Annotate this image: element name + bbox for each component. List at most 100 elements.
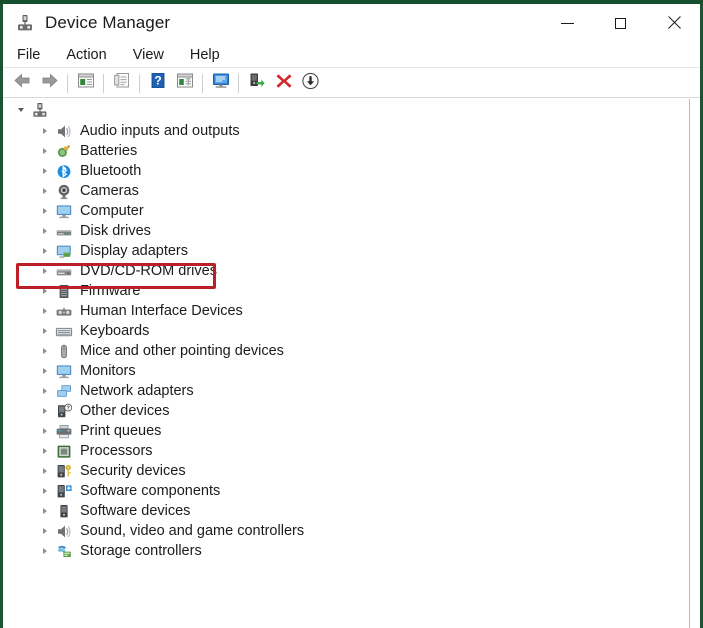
chevron-right-icon[interactable] <box>37 323 53 339</box>
chevron-down-icon[interactable] <box>13 102 29 118</box>
chevron-right-icon[interactable] <box>37 183 53 199</box>
tree-item-label: Software devices <box>80 503 190 519</box>
chevron-right-icon[interactable] <box>37 143 53 159</box>
show-hide-console-tree-button[interactable] <box>72 71 99 96</box>
arrow-left-icon <box>13 72 32 94</box>
tree-item-firmware[interactable]: Firmware <box>3 281 689 301</box>
forward-button[interactable] <box>36 71 63 96</box>
toolbar-separator-1 <box>67 74 68 93</box>
tree-item-network-adapters[interactable]: Network adapters <box>3 381 689 401</box>
tree-item-label: Disk drives <box>80 223 151 239</box>
tree-item-keyboards[interactable]: Keyboards <box>3 321 689 341</box>
chevron-right-icon[interactable] <box>37 123 53 139</box>
tree-item-label: Storage controllers <box>80 543 202 559</box>
firmware-icon <box>55 283 73 300</box>
hid-icon <box>55 303 73 320</box>
back-button[interactable] <box>9 71 36 96</box>
disable-arrow-icon <box>301 72 320 95</box>
tree-item-label: Print queues <box>80 423 161 439</box>
chevron-right-icon[interactable] <box>37 483 53 499</box>
tree-item-batteries[interactable]: Batteries <box>3 141 689 161</box>
toolbar-separator-5 <box>238 74 239 93</box>
chevron-right-icon[interactable] <box>37 383 53 399</box>
close-button[interactable] <box>647 4 700 42</box>
tree-item-label: Batteries <box>80 143 137 159</box>
chevron-right-icon[interactable] <box>37 523 53 539</box>
software-component-icon <box>55 483 73 500</box>
update-driver-button[interactable] <box>243 71 270 96</box>
tree-item-mice-and-other-pointing-devices[interactable]: Mice and other pointing devices <box>3 341 689 361</box>
arrow-right-icon <box>40 72 59 94</box>
toolbar-separator-3 <box>139 74 140 93</box>
keyboard-icon <box>55 323 73 340</box>
speaker-icon <box>55 523 73 540</box>
tree-item-software-components[interactable]: Software components <box>3 481 689 501</box>
monitor-scan-icon <box>211 72 231 95</box>
tree-item-cameras[interactable]: Cameras <box>3 181 689 201</box>
tree-item-bluetooth[interactable]: Bluetooth <box>3 161 689 181</box>
toolbar-separator-4 <box>202 74 203 93</box>
tree-root-computer[interactable] <box>3 99 689 121</box>
tree-item-sound-video-and-game-controllers[interactable]: Sound, video and game controllers <box>3 521 689 541</box>
chevron-right-icon[interactable] <box>37 283 53 299</box>
tree-item-monitors[interactable]: Monitors <box>3 361 689 381</box>
monitor-icon <box>55 203 73 220</box>
chevron-right-icon[interactable] <box>37 163 53 179</box>
disable-device-button[interactable] <box>297 71 324 96</box>
device-manager-icon <box>15 13 35 33</box>
tree-item-label: Monitors <box>80 363 136 379</box>
tree-item-label: DVD/CD-ROM drives <box>80 263 217 279</box>
chevron-right-icon[interactable] <box>37 463 53 479</box>
help-button[interactable]: ? <box>144 71 171 96</box>
battery-icon <box>55 143 73 160</box>
uninstall-device-button[interactable] <box>270 71 297 96</box>
device-tree-panel[interactable]: Audio inputs and outputs Batteries <box>3 99 690 628</box>
tree-item-audio-inputs-and-outputs[interactable]: Audio inputs and outputs <box>3 121 689 141</box>
chevron-right-icon[interactable] <box>37 303 53 319</box>
tree-item-computer[interactable]: Computer <box>3 201 689 221</box>
tree-item-processors[interactable]: Processors <box>3 441 689 461</box>
chevron-right-icon[interactable] <box>37 543 53 559</box>
chevron-right-icon[interactable] <box>37 343 53 359</box>
tree-item-storage-controllers[interactable]: Storage controllers <box>3 541 689 561</box>
tree-item-print-queues[interactable]: Print queues <box>3 421 689 441</box>
chevron-right-icon[interactable] <box>37 243 53 259</box>
tree-item-label: Software components <box>80 483 220 499</box>
tree-item-label: Keyboards <box>80 323 149 339</box>
properties-button[interactable] <box>108 71 135 96</box>
menu-help[interactable]: Help <box>190 44 220 66</box>
chevron-right-icon[interactable] <box>37 363 53 379</box>
menu-file[interactable]: File <box>17 44 40 66</box>
menu-view[interactable]: View <box>133 44 164 66</box>
unknown-device-icon: ? <box>55 403 73 420</box>
tree-item-other-devices[interactable]: ? Other devices <box>3 401 689 421</box>
chevron-right-icon[interactable] <box>37 423 53 439</box>
menu-action[interactable]: Action <box>66 44 106 66</box>
tree-panel-gutter <box>690 99 700 628</box>
menu-bar: File Action View Help <box>3 42 700 68</box>
update-view-button[interactable] <box>171 71 198 96</box>
tree-item-software-devices[interactable]: Software devices <box>3 501 689 521</box>
tree-item-security-devices[interactable]: Security devices <box>3 461 689 481</box>
tree-item-dvd-cd-rom-drives[interactable]: DVD/CD-ROM drives <box>3 261 689 281</box>
tree-item-label: Processors <box>80 443 153 459</box>
console-tree-icon <box>77 72 95 94</box>
chevron-right-icon[interactable] <box>37 263 53 279</box>
properties-icon <box>113 72 131 94</box>
scan-for-hardware-changes-button[interactable] <box>207 71 234 96</box>
chevron-right-icon[interactable] <box>37 403 53 419</box>
chevron-right-icon[interactable] <box>37 203 53 219</box>
tree-item-label: Firmware <box>80 283 140 299</box>
chevron-right-icon[interactable] <box>37 443 53 459</box>
minimize-button[interactable] <box>541 4 594 42</box>
computer-root-icon <box>31 102 49 119</box>
chevron-right-icon[interactable] <box>37 223 53 239</box>
tree-item-display-adapters[interactable]: Display adapters <box>3 241 689 261</box>
bluetooth-icon <box>55 163 73 180</box>
tree-item-human-interface-devices[interactable]: Human Interface Devices <box>3 301 689 321</box>
svg-text:?: ? <box>67 405 70 411</box>
tree-item-disk-drives[interactable]: Disk drives <box>3 221 689 241</box>
maximize-button[interactable] <box>594 4 647 42</box>
chevron-right-icon[interactable] <box>37 503 53 519</box>
mouse-icon <box>55 343 73 360</box>
